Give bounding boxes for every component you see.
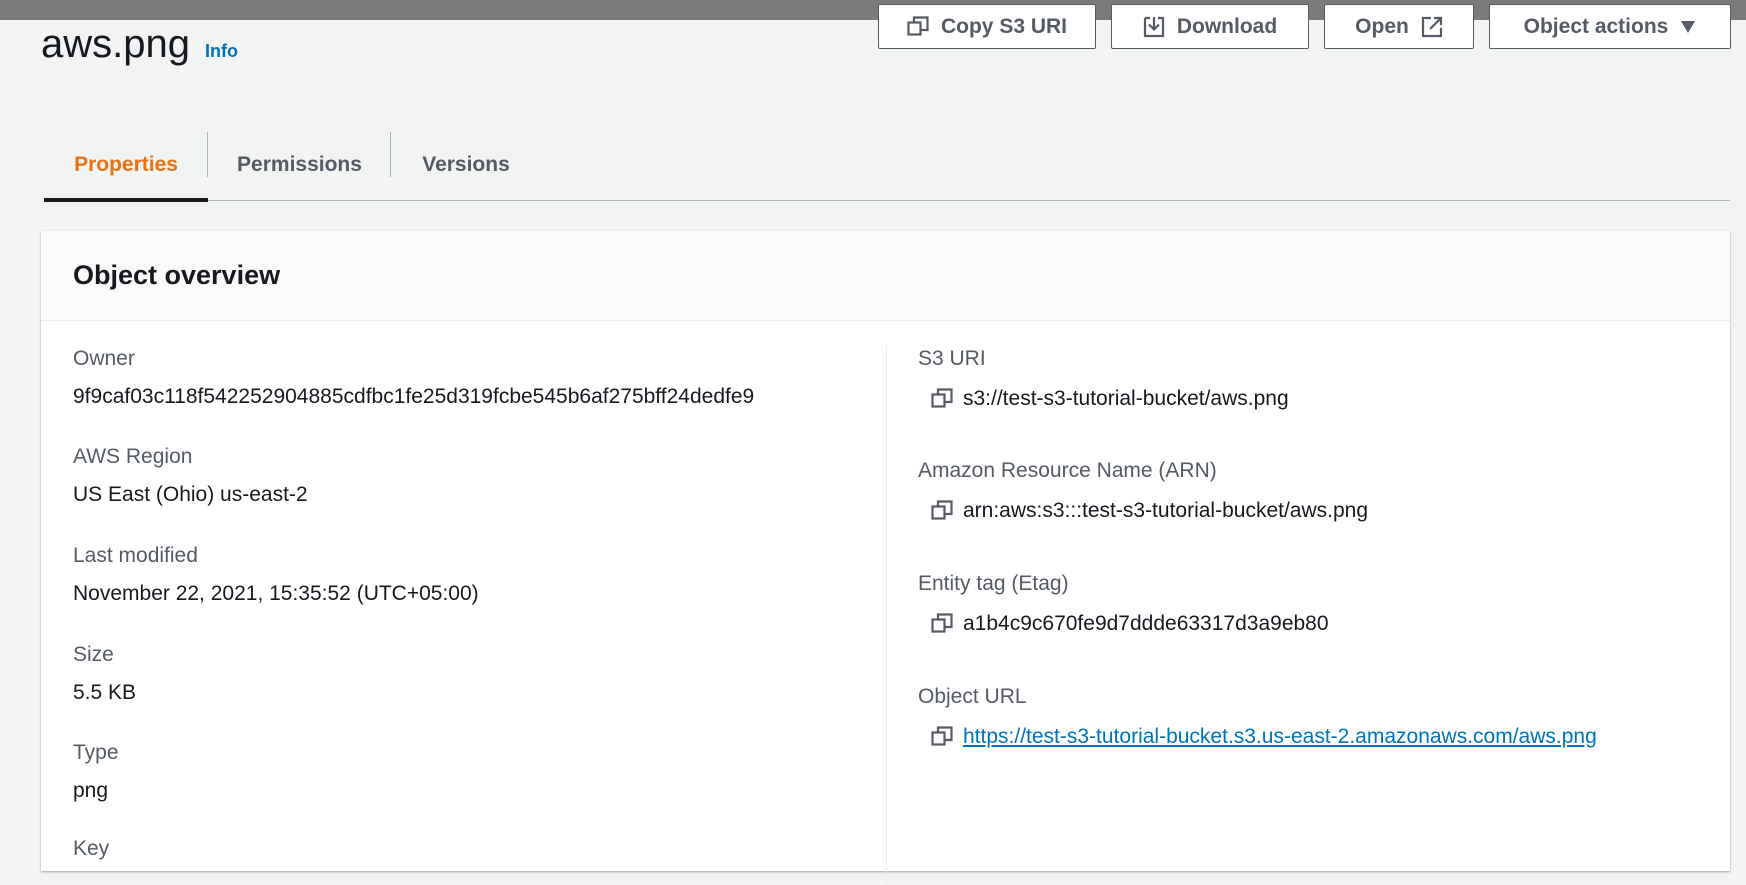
page-title: aws.png [41,22,190,66]
arn-field: Amazon Resource Name (ARN) arn:aws:s3:::… [918,458,1368,524]
etag-copy-row: a1b4c9c670fe9d7ddde63317d3a9eb80 [931,611,1329,637]
owner-field: Owner 9f9caf03c118f542252904885cdfbc1fe2… [73,346,754,410]
region-label: AWS Region [73,445,193,468]
object-url-link[interactable]: https://test-s3-tutorial-bucket.s3.us-ea… [963,724,1597,750]
etag-value: a1b4c9c670fe9d7ddde63317d3a9eb80 [963,612,1329,635]
panel-header: Object overview [41,231,1730,321]
panel-title: Object overview [73,260,281,290]
last-modified-field: Last modified November 22, 2021, 15:35:5… [73,543,479,607]
owner-label: Owner [73,347,135,370]
tab-properties-label: Properties [74,153,178,176]
copy-icon[interactable] [931,726,953,748]
size-field: Size 5.5 KB [73,642,136,706]
object-overview-panel: Object overview Owner 9f9caf03c118f54225… [41,231,1730,885]
key-field: Key [73,836,109,862]
copy-icon[interactable] [931,500,953,522]
caret-down-icon [1681,20,1696,33]
object-tabs: Properties Permissions Versions [44,130,1730,202]
object-actions-toolbar: Copy S3 URI Download Open Object actions [878,4,1731,49]
tab-properties[interactable]: Properties [44,130,208,200]
s3-uri-value: s3://test-s3-tutorial-bucket/aws.png [963,387,1289,410]
s3-uri-label: S3 URI [918,347,986,370]
arn-copy-row: arn:aws:s3:::test-s3-tutorial-bucket/aws… [931,498,1368,524]
region-value: US East (Ohio) us-east-2 [73,483,308,506]
external-link-icon [1421,16,1442,37]
page-header: aws.png Info [41,18,238,70]
etag-label: Entity tag (Etag) [918,572,1069,595]
object-url-field: Object URL https://test-s3-tutorial-buck… [918,684,1597,750]
size-value: 5.5 KB [73,681,137,704]
download-icon [1143,16,1164,37]
object-url-label: Object URL [918,685,1027,708]
type-value: png [73,779,109,802]
tab-permissions-label: Permissions [237,153,362,176]
owner-value: 9f9caf03c118f542252904885cdfbc1fe25d319f… [73,385,755,408]
copy-s3-uri-label: Copy S3 URI [940,14,1068,38]
key-label: Key [73,837,110,860]
s3-uri-copy-row: s3://test-s3-tutorial-bucket/aws.png [931,386,1289,412]
open-label: Open [1355,14,1409,38]
open-button[interactable]: Open [1324,4,1474,49]
active-tab-indicator [44,198,208,202]
type-field: Type png [73,740,119,804]
etag-field: Entity tag (Etag) a1b4c9c670fe9d7ddde633… [918,571,1329,637]
tab-versions-label: Versions [422,153,510,176]
tab-versions[interactable]: Versions [391,130,541,200]
download-label: Download [1176,14,1278,38]
copy-s3-uri-button[interactable]: Copy S3 URI [878,4,1096,49]
tab-permissions[interactable]: Permissions [208,130,391,200]
object-actions-dropdown[interactable]: Object actions [1489,4,1731,49]
s3-uri-field: S3 URI s3://test-s3-tutorial-bucket/aws.… [918,346,1289,412]
last-modified-label: Last modified [73,544,198,567]
download-button[interactable]: Download [1111,4,1309,49]
column-divider [886,345,887,885]
copy-icon [907,15,929,36]
object-actions-label: Object actions [1523,14,1669,38]
copy-icon[interactable] [931,388,953,410]
arn-value: arn:aws:s3:::test-s3-tutorial-bucket/aws… [963,499,1369,522]
arn-label: Amazon Resource Name (ARN) [918,459,1217,482]
size-label: Size [73,643,114,666]
copy-icon[interactable] [931,613,953,635]
object-url-copy-row: https://test-s3-tutorial-bucket.s3.us-ea… [931,724,1597,750]
info-link[interactable]: Info [205,41,238,62]
region-field: AWS Region US East (Ohio) us-east-2 [73,444,308,508]
last-modified-value: November 22, 2021, 15:35:52 (UTC+05:00) [73,582,479,605]
type-label: Type [73,741,119,764]
